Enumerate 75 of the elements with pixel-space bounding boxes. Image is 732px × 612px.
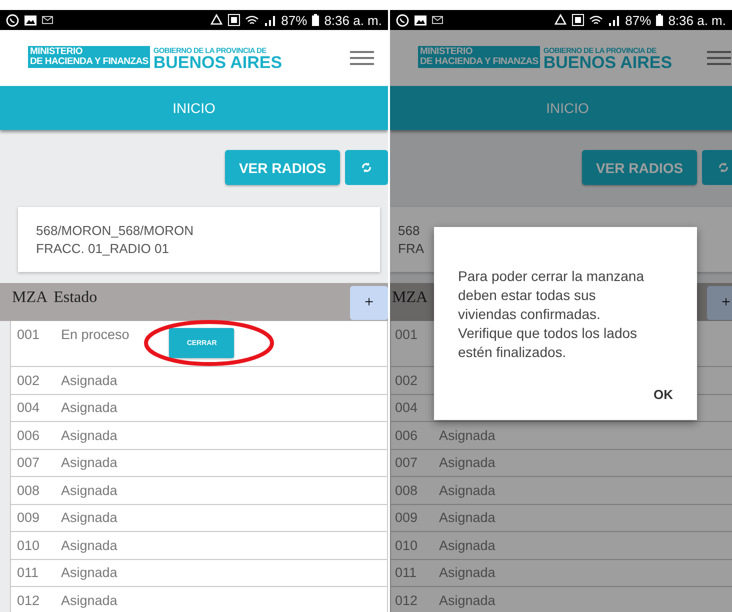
chat-icon: [6, 14, 19, 26]
dialog-message: Para poder cerrar la manzana deben estar todas sus viviendas confirmadas. Verifique que todos los lados estén finalizados.: [458, 267, 645, 362]
block-number: 004: [17, 400, 41, 416]
location-line: FRA: [398, 241, 425, 256]
status-cell: Asignada: [61, 400, 118, 416]
status-cell: Asignada: [61, 510, 118, 526]
wifi-icon: [589, 14, 604, 26]
refresh-button[interactable]: [345, 150, 388, 185]
column-header: Estado: [54, 288, 98, 307]
mail-icon: [432, 16, 443, 24]
add-button[interactable]: +: [350, 286, 388, 320]
block-number: 001: [395, 327, 419, 342]
image-icon: [24, 14, 37, 26]
status-cell: Asignada: [61, 372, 118, 388]
status-cell: Asignada: [439, 565, 496, 580]
block-number: 007: [17, 455, 41, 470]
status-cell: Asignada: [61, 455, 118, 470]
chat-icon: [396, 14, 409, 26]
block-number: 012: [395, 592, 419, 608]
block-number: 008: [395, 482, 419, 498]
status-cell: Asignada: [439, 510, 496, 526]
nav-title: INICIO: [172, 100, 216, 116]
block-number: 011: [395, 565, 418, 580]
status-cell: Asignada: [439, 455, 496, 470]
battery-icon: [656, 14, 664, 26]
battery-percentage: 87%: [625, 12, 652, 28]
image-icon: [414, 14, 427, 26]
status-cell: Asignada: [61, 592, 118, 608]
status-cell: Asignada: [439, 538, 496, 553]
block-number: 009: [395, 510, 419, 526]
refresh-icon: [361, 162, 372, 173]
menu-icon[interactable]: [350, 51, 374, 65]
battery-icon: [312, 14, 320, 26]
status-cell: Asignada: [439, 592, 496, 608]
refresh-icon: [718, 162, 729, 173]
block-number: 002: [17, 372, 41, 388]
block-number: 010: [395, 538, 419, 553]
block-number: 009: [17, 510, 41, 526]
signal-icon: [608, 14, 620, 26]
block-number: 006: [395, 428, 419, 443]
location-line: FRACC. 01_RADIO 01: [36, 241, 170, 256]
ministry-logo: MINISTERIO DE HACIENDA Y FINANZAS: [418, 46, 540, 68]
status-cell: Asignada: [61, 482, 118, 498]
battery-percentage: 87%: [281, 12, 308, 28]
ministry-logo: MINISTERIO DE HACIENDA Y FINANZAS: [28, 46, 150, 68]
block-number: 004: [395, 400, 419, 416]
block-number: 011: [17, 565, 40, 580]
signal-icon: [264, 14, 276, 26]
column-header: MZA: [12, 288, 48, 307]
status-cell: Asignada: [61, 428, 118, 443]
block-number: 002: [395, 372, 419, 388]
clock-time: 8:36 a. m.: [668, 12, 726, 28]
block-number: 006: [17, 428, 41, 443]
province-name: BUENOS AIRES: [153, 54, 282, 70]
status-cell: Asignada: [61, 538, 118, 553]
province-name: BUENOS AIRES: [543, 54, 672, 70]
block-number: 012: [17, 592, 41, 608]
clock-time: 8:36 a. m.: [324, 12, 382, 28]
ok-button[interactable]: OK: [650, 383, 677, 406]
status-cell: Asignada: [439, 428, 496, 443]
block-number: 001: [17, 327, 41, 342]
block-number: 008: [17, 482, 41, 498]
mail-icon: [42, 16, 53, 24]
location-line: 568: [398, 223, 421, 238]
menu-icon[interactable]: [707, 51, 731, 65]
column-header: MZA: [392, 288, 428, 307]
status-cell: Asignada: [439, 482, 496, 498]
location-line: 568/MORON_568/MORON: [36, 223, 194, 238]
nav-title: INICIO: [546, 100, 589, 116]
block-number: 010: [17, 538, 41, 553]
status-cell: En proceso: [61, 327, 130, 342]
add-button[interactable]: +: [707, 286, 732, 320]
wifi-icon: [245, 14, 260, 26]
status-cell: Asignada: [61, 565, 118, 580]
block-number: 007: [395, 455, 419, 470]
